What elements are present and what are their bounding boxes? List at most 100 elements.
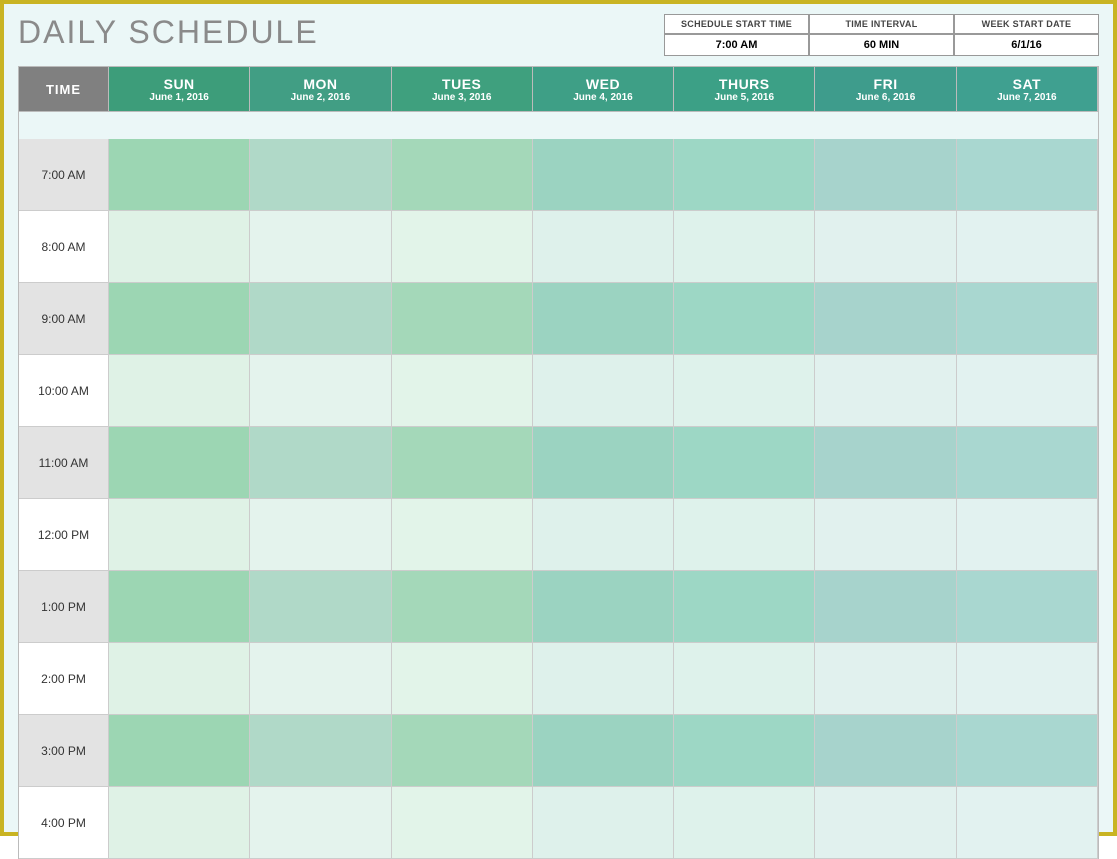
schedule-cell[interactable] [533, 787, 674, 859]
schedule-cell[interactable] [109, 427, 250, 499]
day-date: June 4, 2016 [573, 92, 632, 103]
day-date: June 3, 2016 [432, 92, 491, 103]
day-name: THURS [719, 76, 770, 92]
schedule-cell[interactable] [533, 355, 674, 427]
schedule-cell[interactable] [109, 355, 250, 427]
meta-value-week-start[interactable]: 6/1/16 [954, 34, 1099, 56]
schedule-cell[interactable] [674, 211, 815, 283]
day-header-mon: MONJune 2, 2016 [250, 67, 391, 112]
schedule-cell[interactable] [957, 427, 1098, 499]
schedule-cell[interactable] [815, 427, 956, 499]
schedule-cell[interactable] [109, 787, 250, 859]
meta-value-start-time[interactable]: 7:00 AM [664, 34, 809, 56]
schedule-cell[interactable] [815, 139, 956, 211]
schedule-cell[interactable] [250, 499, 391, 571]
schedule-cell[interactable] [533, 139, 674, 211]
schedule-cell[interactable] [957, 283, 1098, 355]
time-label: 12:00 PM [19, 499, 109, 571]
schedule-cell[interactable] [250, 643, 391, 715]
meta-value-interval[interactable]: 60 MIN [809, 34, 954, 56]
schedule-cell[interactable] [674, 355, 815, 427]
day-header-fri: FRIJune 6, 2016 [815, 67, 956, 112]
schedule-cell[interactable] [250, 571, 391, 643]
schedule-cell[interactable] [533, 283, 674, 355]
schedule-cell[interactable] [109, 571, 250, 643]
schedule-cell[interactable] [533, 571, 674, 643]
schedule-cell[interactable] [533, 211, 674, 283]
page-title: DAILY SCHEDULE [18, 14, 652, 51]
schedule-cell[interactable] [957, 571, 1098, 643]
day-date: June 1, 2016 [149, 92, 208, 103]
schedule-cell[interactable] [392, 499, 533, 571]
time-label: 8:00 AM [19, 211, 109, 283]
time-label: 2:00 PM [19, 643, 109, 715]
schedule-cell[interactable] [392, 283, 533, 355]
schedule-cell[interactable] [533, 715, 674, 787]
schedule-cell[interactable] [957, 643, 1098, 715]
schedule-cell[interactable] [957, 211, 1098, 283]
schedule-cell[interactable] [109, 139, 250, 211]
schedule-cell[interactable] [674, 715, 815, 787]
schedule-cell[interactable] [250, 787, 391, 859]
header: DAILY SCHEDULE SCHEDULE START TIME TIME … [4, 4, 1113, 62]
schedule-cell[interactable] [109, 499, 250, 571]
schedule-cell[interactable] [957, 499, 1098, 571]
schedule-cell[interactable] [250, 715, 391, 787]
day-header-sat: SATJune 7, 2016 [957, 67, 1098, 112]
schedule-cell[interactable] [815, 283, 956, 355]
time-label: 11:00 AM [19, 427, 109, 499]
schedule-cell[interactable] [109, 715, 250, 787]
schedule-cell[interactable] [392, 139, 533, 211]
schedule-cell[interactable] [109, 643, 250, 715]
day-name: FRI [874, 76, 898, 92]
schedule-cell[interactable] [815, 499, 956, 571]
schedule-cell[interactable] [250, 355, 391, 427]
schedule-cell[interactable] [392, 643, 533, 715]
schedule-cell[interactable] [674, 139, 815, 211]
day-name: MON [303, 76, 337, 92]
schedule-cell[interactable] [392, 715, 533, 787]
schedule-cell[interactable] [109, 283, 250, 355]
schedule-cell[interactable] [533, 643, 674, 715]
time-label: 1:00 PM [19, 571, 109, 643]
schedule-cell[interactable] [250, 139, 391, 211]
schedule-cell[interactable] [674, 571, 815, 643]
schedule-cell[interactable] [674, 427, 815, 499]
schedule-cell[interactable] [392, 571, 533, 643]
schedule-cell[interactable] [250, 283, 391, 355]
schedule-cell[interactable] [674, 283, 815, 355]
schedule-cell[interactable] [957, 139, 1098, 211]
day-name: SUN [164, 76, 195, 92]
day-date: June 7, 2016 [997, 92, 1056, 103]
schedule-cell[interactable] [392, 427, 533, 499]
schedule-cell[interactable] [815, 211, 956, 283]
schedule-cell[interactable] [250, 427, 391, 499]
schedule-cell[interactable] [957, 715, 1098, 787]
schedule-grid: TIME SUNJune 1, 2016MONJune 2, 2016TUESJ… [18, 66, 1099, 859]
schedule-cell[interactable] [815, 571, 956, 643]
schedule-cell[interactable] [674, 499, 815, 571]
time-label: 10:00 AM [19, 355, 109, 427]
schedule-cell[interactable] [533, 499, 674, 571]
schedule-cell[interactable] [815, 715, 956, 787]
time-label: 7:00 AM [19, 139, 109, 211]
meta-label-interval: TIME INTERVAL [809, 14, 954, 34]
schedule-cell[interactable] [815, 643, 956, 715]
schedule-cell[interactable] [957, 355, 1098, 427]
schedule-cell[interactable] [250, 211, 391, 283]
schedule-cell[interactable] [957, 787, 1098, 859]
schedule-cell[interactable] [392, 355, 533, 427]
schedule-page: DAILY SCHEDULE SCHEDULE START TIME TIME … [0, 0, 1117, 836]
schedule-cell[interactable] [392, 787, 533, 859]
schedule-cell[interactable] [674, 643, 815, 715]
schedule-cell[interactable] [674, 787, 815, 859]
day-header-sun: SUNJune 1, 2016 [109, 67, 250, 112]
schedule-cell[interactable] [533, 427, 674, 499]
time-column-header: TIME [19, 67, 109, 112]
schedule-cell[interactable] [109, 211, 250, 283]
schedule-cell[interactable] [815, 787, 956, 859]
schedule-cell[interactable] [392, 211, 533, 283]
schedule-cell[interactable] [815, 355, 956, 427]
time-label: 9:00 AM [19, 283, 109, 355]
time-label: 3:00 PM [19, 715, 109, 787]
